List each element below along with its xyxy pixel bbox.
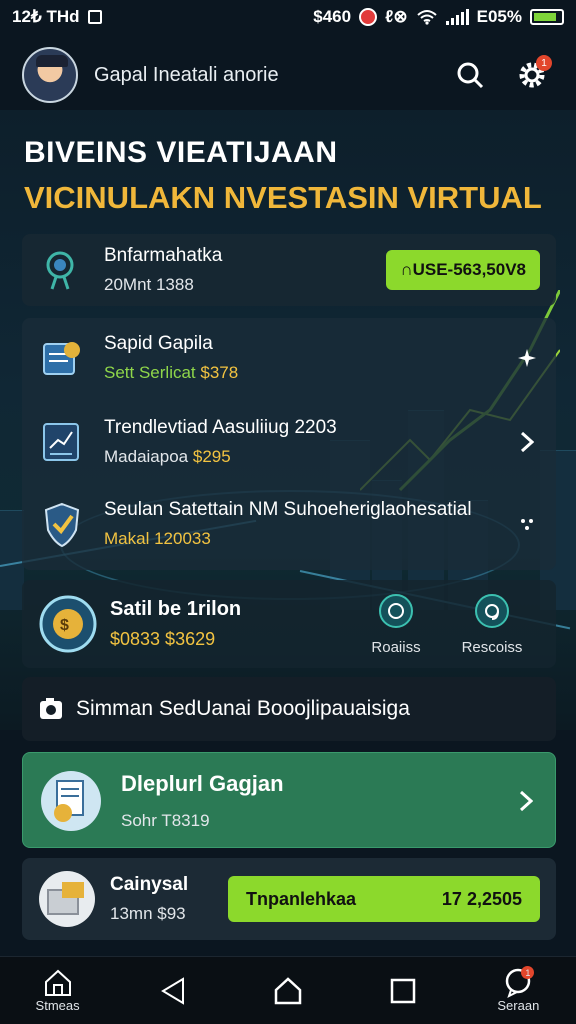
action-button-2[interactable]: Rescoiss [444,593,540,656]
bottom-action-button[interactable]: Tnpanlehkaa 17 2,2505 [228,876,540,922]
nav-recents[interactable] [363,977,443,1005]
list-item[interactable]: Trendlevtiad Aasuliiug 2203 Madaiapoa $2… [22,414,556,470]
at-icon [475,593,509,628]
bottom-nav: Stmeas 1 Seraan [0,956,576,1024]
action-label-2: Rescoiss [461,638,523,656]
svg-text:$: $ [60,617,69,634]
bottom-sub: 13mn $93 [110,904,186,923]
deploy-sub: Sohr T8319 [121,811,210,830]
search-button[interactable] [448,53,492,97]
list-item[interactable]: Seulan Satettain NM Suhoeheriglaohesatia… [22,494,556,554]
square-icon [390,978,416,1003]
report-icon [39,769,103,833]
investment-value: $295 [192,447,231,466]
nav-chat[interactable]: 1 Seraan [478,966,558,1013]
notification-icon [87,10,102,24]
investment-title: Seulan Satettain NM Suhoeheriglaohesatia… [104,499,472,520]
wifi-icon [416,10,437,25]
action-button-1[interactable]: Roaiiss [348,593,444,656]
house-icon [274,976,302,1004]
summary-title: Satil be 1rilon [110,598,242,620]
vibrate-icon: ℓ⊗ [385,7,408,26]
camera-icon [40,698,62,719]
account-sub: 20Mnt 1388 [104,275,194,294]
nav-home-label: Stmeas [35,998,80,1013]
investment-title: Sapid Gapila [104,333,213,354]
nav-back[interactable] [133,976,213,1006]
search-icon [457,62,484,89]
ledger-icon [38,334,86,382]
investments-card: Sapid Gapila Sett Serlicat $378 Trendlev… [22,318,556,570]
document-chart-icon [38,418,86,466]
bottom-title: Cainysal [110,874,189,895]
chevron-right-icon [513,788,539,814]
notice-text: Simman SedUanai Booojlipauaisiga [76,697,410,720]
notice-bar[interactable]: Simman SedUanai Booojlipauaisiga [22,677,556,741]
balance-pill[interactable]: ∩USE-563,50V8 [386,250,540,290]
investment-sub: Makal [104,529,150,548]
avatar[interactable] [22,47,78,103]
settings-button[interactable]: 1 [510,53,554,97]
page-subtitle: VICINULAKN NVESTASIN VIRTUAL [24,180,542,215]
account-name: Bnfarmahatka [104,245,223,266]
nav-home-system[interactable] [248,976,328,1006]
sparkle-icon [514,345,540,371]
battery-icon [530,9,564,25]
status-price: $460 [313,7,352,26]
account-card[interactable]: Bnfarmahatka 20Mnt 1388 ∩USE-563,50V8 [22,234,556,306]
app-header: Gapal Ineatali anorie 1 [0,36,576,114]
deploy-title: Dleplurl Gagjan [121,771,284,796]
summary-card: $ Satil be 1rilon $0833 $3629 Roaiiss Re… [22,580,556,668]
investment-value: 120033 [154,529,211,548]
back-icon [160,976,184,1005]
more-icon[interactable] [514,511,540,537]
status-bar: 12₺ THd $460 ℓ⊗ E05% [0,0,576,34]
globe-icon [38,246,86,294]
bottom-button-value: 17 2,2505 [441,888,522,909]
battery-percent: E05% [476,7,522,26]
shield-check-icon [38,500,86,548]
box-icon [38,870,96,928]
circle-icon [379,593,413,628]
investment-title: Trendlevtiad Aasuliiug 2203 [104,417,337,438]
investment-sub: Sett Serlicat [104,363,196,382]
investment-value: $378 [200,363,239,382]
settings-badge: 1 [536,55,552,71]
bottom-card: Cainysal 13mn $93 Tnpanlehkaa 17 2,2505 [22,858,556,940]
summary-values: $0833 $3629 [110,629,216,649]
user-name: Gapal Ineatali anorie [94,63,279,86]
action-label-1: Roaiiss [371,638,421,656]
bottom-button-label: Tnpanlehkaa [246,888,357,909]
nav-home[interactable]: Stmeas [18,968,98,1013]
investment-sub: Madaiapoa [104,447,189,466]
list-item[interactable]: Sapid Gapila Sett Serlicat $378 [22,330,556,386]
nav-chat-label: Seraan [497,998,540,1013]
page-title: BIVEINS VIEATIJAAN [24,136,338,169]
home-icon [44,969,71,996]
coin-icon: $ [38,594,98,654]
chevron-right-icon [514,429,540,455]
record-icon [359,8,378,26]
deploy-card[interactable]: Dleplurl Gagjan Sohr T8319 [22,752,556,848]
status-time: 12₺ THd [12,7,80,26]
signal-icon [445,9,469,25]
